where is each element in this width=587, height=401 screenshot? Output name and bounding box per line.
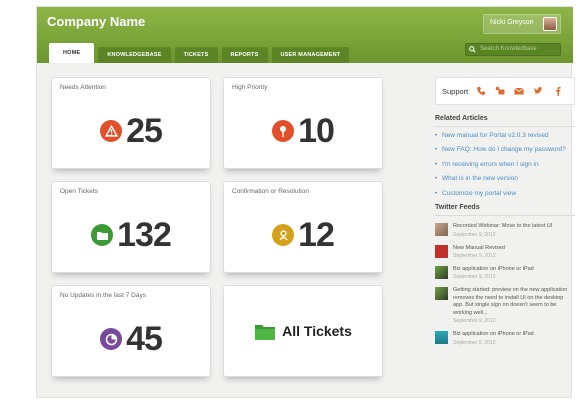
tab-tickets[interactable]: TICKETS	[174, 47, 218, 63]
top-header: Company Name Nicki Greyson HOME KNOWLEDG…	[37, 7, 573, 63]
tweet-item[interactable]: Biz application on iPhone or iPad Septemb…	[435, 266, 575, 280]
tweet-date: September 9, 2012	[453, 274, 496, 281]
card-no-updates[interactable]: No Updates in the last 7 Days 45	[51, 285, 211, 377]
twitter-feeds-title: Twitter Feeds	[435, 204, 575, 217]
user-name: Nicki Greyson	[490, 19, 534, 26]
warning-icon	[100, 120, 123, 142]
related-articles-title: Related Articles	[435, 115, 575, 127]
open-tickets-count: 132	[117, 216, 172, 254]
tweet-date: September 9, 2012	[453, 339, 496, 346]
card-open-tickets[interactable]: Open Tickets 132	[51, 181, 211, 273]
tab-user-management[interactable]: USER MANAGEMENT	[271, 47, 350, 63]
tweet-item[interactable]: New Manual Revised September 9, 2012	[435, 244, 575, 260]
card-title: Confirmation or Resolution	[232, 188, 309, 195]
tab-reports[interactable]: REPORTS	[221, 47, 268, 63]
folder-icon	[91, 224, 114, 246]
tweet-text: Getting started: preview on the new appl…	[453, 287, 568, 316]
related-articles-list: New manual for Portal v2.0.3 revised New…	[435, 132, 575, 199]
tweet-item[interactable]: Recorded Webinar: Move to the latest UI S…	[435, 223, 575, 238]
tweet-text: Biz application on iPhone or iPad	[453, 331, 534, 338]
high-priority-count: 10	[298, 112, 335, 150]
support-bar: Support	[435, 77, 575, 105]
card-needs-attention[interactable]: Needs Attention 25	[51, 77, 211, 169]
main-nav: HOME KNOWLEDGEBASE TICKETS REPORTS USER …	[49, 41, 353, 63]
tweet-item[interactable]: Getting started: preview on the new appl…	[435, 287, 575, 324]
tweet-thumbnail	[435, 331, 448, 345]
search-box[interactable]: Search Knowledbase	[465, 43, 561, 56]
card-confirmation-resolution[interactable]: Confirmation or Resolution 12	[223, 181, 383, 273]
twitter-icon[interactable]	[533, 86, 543, 96]
card-title: No Updates in the last 7 Days	[60, 292, 146, 299]
tweet-item[interactable]: Biz application on iPhone or iPad Septemb…	[435, 331, 575, 346]
folder-icon	[255, 324, 276, 340]
tweet-text: Recorded Webinar: Move to the latest UI	[453, 223, 553, 230]
tweet-thumbnail	[435, 223, 448, 237]
card-high-priority[interactable]: High Priority 10	[223, 77, 383, 169]
tweet-text: New Manual Revised	[453, 244, 505, 251]
article-link[interactable]: New FAQ: How do I change my password?	[435, 146, 575, 155]
email-icon[interactable]	[514, 86, 525, 96]
confirmation-count: 12	[298, 216, 335, 254]
article-link[interactable]: New manual for Portal v2.0.3 revised	[435, 132, 575, 141]
no-updates-count: 45	[126, 320, 163, 358]
clock-icon	[100, 328, 123, 350]
card-title: Needs Attention	[60, 84, 106, 91]
company-name: Company Name	[47, 14, 146, 29]
card-title: High Priority	[232, 84, 268, 91]
handshake-icon	[272, 224, 295, 246]
tweet-thumbnail	[435, 287, 448, 301]
tab-home[interactable]: HOME	[49, 43, 95, 63]
article-link[interactable]: What is in the new version	[435, 175, 575, 184]
tweet-date: September 9, 2012	[453, 318, 496, 325]
avatar	[543, 17, 557, 31]
tab-knowledgebase[interactable]: KNOWLEDGEBASE	[98, 47, 171, 63]
right-sidebar: Support Related Articles New manual for …	[435, 77, 575, 346]
facebook-icon[interactable]	[552, 86, 562, 96]
tweet-thumbnail	[435, 266, 448, 280]
user-menu[interactable]: Nicki Greyson	[483, 14, 561, 34]
pin-icon	[272, 120, 295, 142]
all-tickets-link[interactable]: All Tickets	[282, 323, 352, 339]
app-window: Company Name Nicki Greyson HOME KNOWLEDG…	[36, 6, 575, 398]
tweet-thumbnail	[435, 244, 448, 258]
search-input[interactable]: Search Knowledbase	[480, 46, 537, 52]
tweet-text: Biz application on iPhone or iPad	[453, 266, 534, 273]
tweet-date: September 9, 2012	[453, 253, 496, 260]
card-all-tickets[interactable]: All Tickets	[223, 285, 383, 377]
support-label: Support	[442, 86, 469, 96]
chat-icon[interactable]	[495, 86, 505, 96]
article-link[interactable]: I'm receiving errors when I sign in	[435, 161, 575, 170]
article-link[interactable]: Customize my portal view	[435, 190, 575, 199]
search-icon	[469, 46, 476, 53]
tweet-date: September 9, 2012	[453, 231, 496, 238]
card-title: Open Tickets	[60, 188, 98, 195]
needs-attention-count: 25	[126, 112, 163, 150]
phone-icon[interactable]	[476, 86, 486, 96]
